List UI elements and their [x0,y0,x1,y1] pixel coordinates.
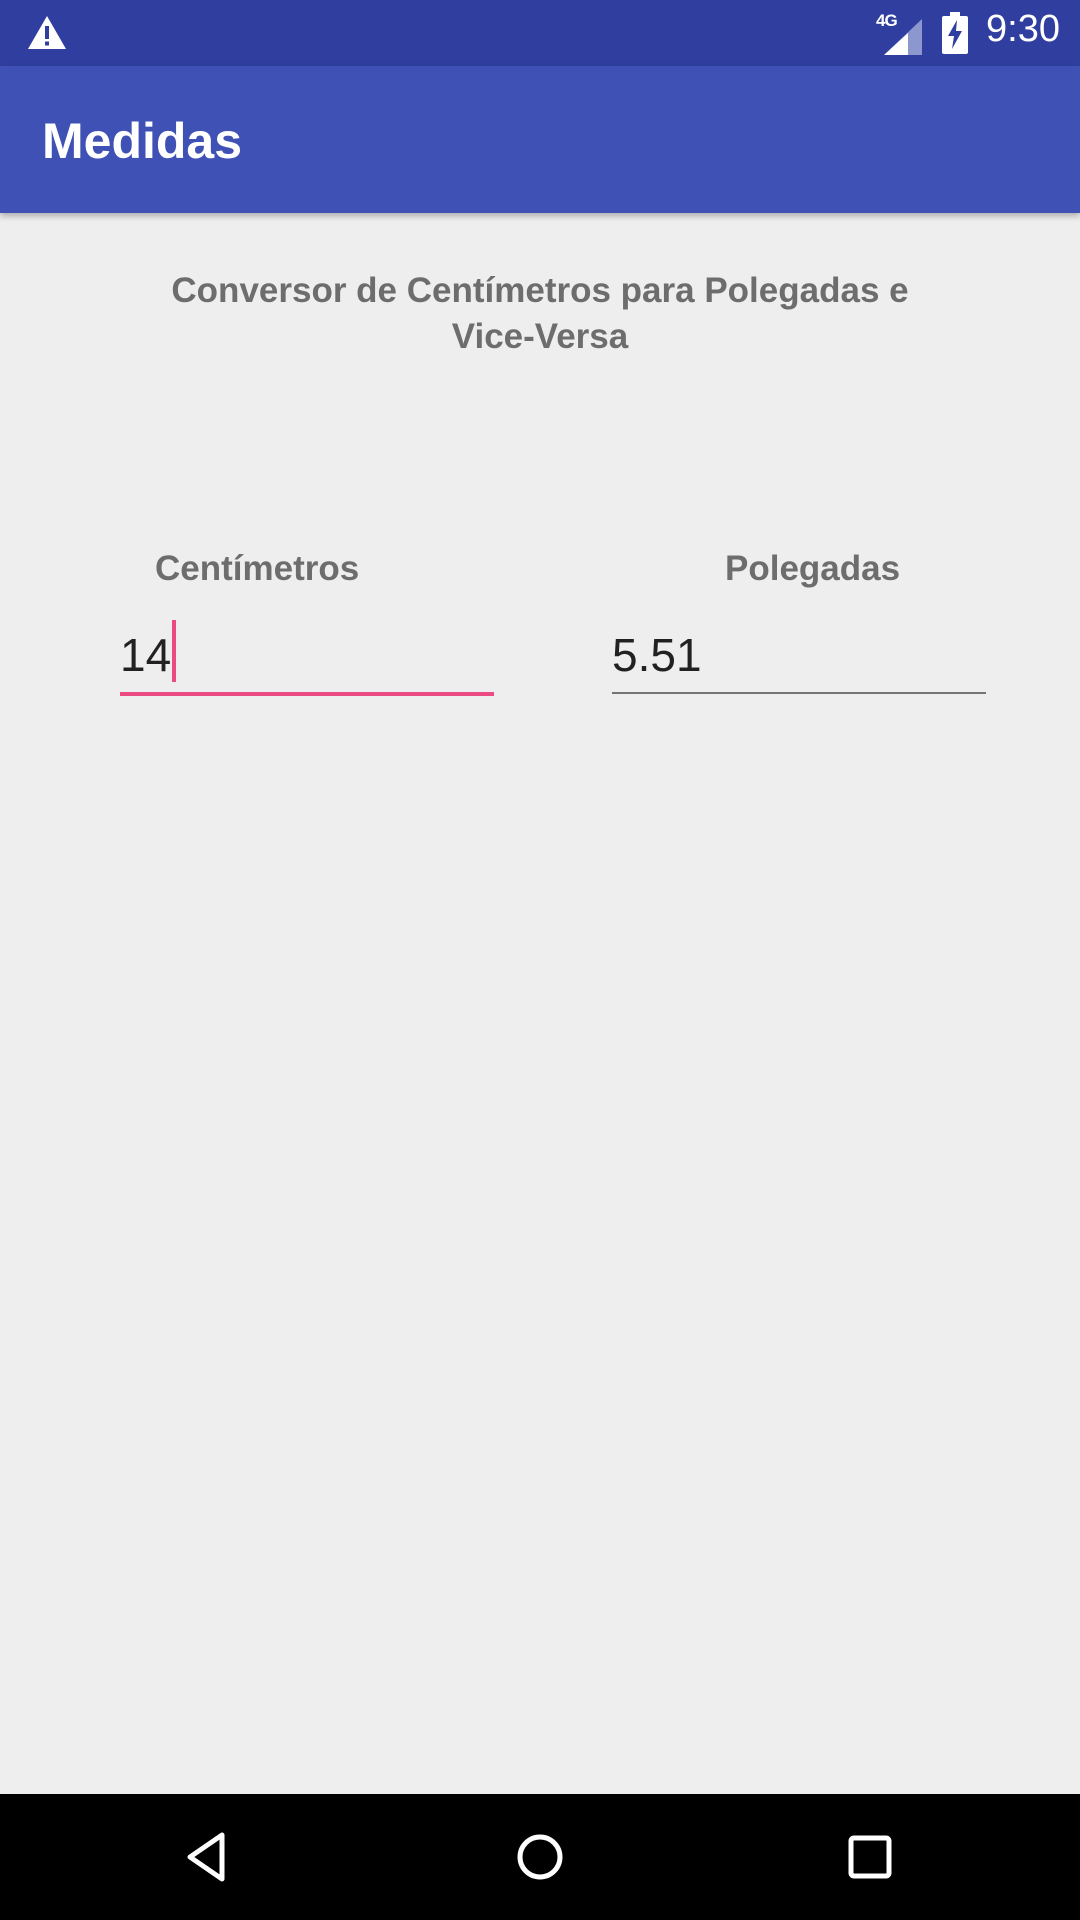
centimeters-label: Centímetros [155,549,360,588]
navigation-bar [0,1794,1080,1920]
inches-value: 5.51 [612,629,702,681]
battery-charging-icon [942,12,968,54]
converter-heading: Conversor de Centímetros para Polegadas … [171,271,909,356]
text-cursor [172,620,176,682]
recents-icon[interactable] [840,1827,900,1887]
home-icon[interactable] [510,1827,570,1887]
inches-label: Polegadas [725,549,901,588]
status-bar: 4G 9:30 [0,0,1080,66]
back-icon[interactable] [180,1827,240,1887]
status-time: 9:30 [986,8,1060,50]
signal-indicator: 4G [876,11,922,55]
signal-icon [884,19,922,55]
warning-icon [28,16,66,49]
centimeters-input[interactable]: 14 [120,620,494,696]
app-bar: Medidas [0,66,1080,213]
app-title: Medidas [42,113,243,169]
centimeters-value: 14 [120,629,172,681]
inches-input[interactable]: 5.51 [612,620,986,694]
